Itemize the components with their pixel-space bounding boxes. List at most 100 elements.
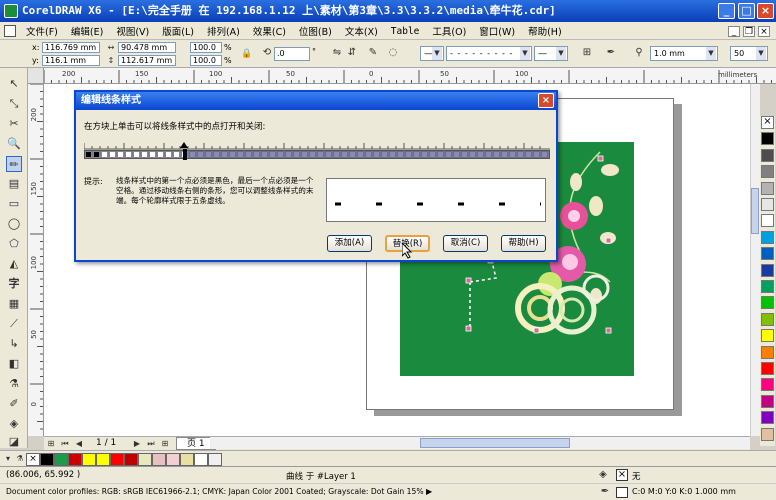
pattern-cell[interactable] — [221, 151, 228, 158]
pattern-cell[interactable] — [357, 151, 364, 158]
add-button[interactable]: 添加(A) — [327, 235, 372, 252]
palette-menu-icon[interactable]: ▾ — [2, 452, 14, 466]
mirror-vertical-icon[interactable]: ⇵ — [345, 46, 359, 60]
zoom-tool-icon[interactable]: 🔍 — [6, 136, 22, 152]
pattern-cell[interactable] — [109, 151, 116, 158]
height-field[interactable]: 112.617 mm — [118, 55, 176, 66]
x-position-field[interactable]: 116.769 mm — [42, 42, 100, 53]
pattern-cell[interactable] — [349, 151, 356, 158]
pattern-cell[interactable] — [477, 151, 484, 158]
document-swatch[interactable] — [152, 452, 166, 466]
mdi-minimize-button[interactable]: _ — [728, 26, 740, 37]
pattern-cell[interactable] — [485, 151, 492, 158]
scale-y-field[interactable]: 100.0 — [190, 55, 222, 66]
pattern-cell[interactable] — [405, 151, 412, 158]
document-swatch[interactable] — [208, 452, 222, 466]
pattern-cell[interactable] — [389, 151, 396, 158]
dash-pattern-cells[interactable] — [85, 151, 551, 158]
pattern-cell[interactable] — [381, 151, 388, 158]
pattern-cell[interactable] — [213, 151, 220, 158]
pattern-cell[interactable] — [125, 151, 132, 158]
menu-edit[interactable]: 编辑(E) — [71, 24, 103, 38]
pattern-cell[interactable] — [469, 151, 476, 158]
palette-swatch[interactable] — [761, 280, 774, 293]
add-page-icon[interactable]: ⊞ — [44, 437, 58, 451]
no-color-swatch[interactable]: × — [26, 452, 40, 466]
outline-width-select[interactable]: 1.0 mm — [650, 46, 718, 61]
vertical-scroll-thumb[interactable] — [751, 188, 759, 234]
fill-tool-icon[interactable]: ◈ — [6, 416, 22, 432]
menu-file[interactable]: 文件(F) — [26, 24, 58, 38]
menu-view[interactable]: 视图(V) — [116, 24, 149, 38]
start-arrow-select[interactable]: — — [420, 46, 444, 61]
menu-table[interactable]: Table — [391, 26, 420, 37]
pattern-cell[interactable] — [277, 151, 284, 158]
palette-swatch[interactable] — [761, 329, 774, 343]
palette-swatch[interactable] — [761, 378, 774, 392]
document-icon[interactable] — [4, 25, 16, 37]
dash-pattern-editor[interactable] — [84, 149, 551, 160]
pattern-cell[interactable] — [373, 151, 380, 158]
pattern-cell[interactable] — [173, 151, 180, 158]
menu-layout[interactable]: 版面(L) — [162, 24, 194, 38]
pattern-cell[interactable] — [261, 151, 268, 158]
vertical-scrollbar[interactable] — [750, 84, 760, 436]
pattern-cell[interactable] — [397, 151, 404, 158]
first-page-icon[interactable]: ⏮ — [58, 437, 72, 451]
palette-swatch[interactable] — [761, 230, 774, 244]
interactive-blend-icon[interactable]: ◧ — [6, 356, 22, 372]
pattern-end-handle[interactable] — [183, 149, 187, 160]
document-swatch[interactable] — [82, 452, 96, 466]
freehand-tool-icon[interactable]: ✏ — [6, 156, 22, 172]
palette-eyedropper-icon[interactable]: ⚗ — [14, 452, 26, 466]
no-color-swatch[interactable]: × — [761, 116, 774, 129]
last-page-icon[interactable]: ⏭ — [144, 437, 158, 451]
connector-tool-icon[interactable]: ↳ — [6, 336, 22, 352]
pattern-cell[interactable] — [285, 151, 292, 158]
menu-text[interactable]: 文本(X) — [345, 24, 378, 38]
eyedropper-tool-icon[interactable]: ⚗ — [6, 376, 22, 392]
menu-arrange[interactable]: 排列(A) — [207, 24, 240, 38]
menu-bitmaps[interactable]: 位图(B) — [299, 24, 332, 38]
pattern-cell[interactable] — [101, 151, 108, 158]
pattern-cell[interactable] — [157, 151, 164, 158]
pattern-cell[interactable] — [85, 151, 92, 158]
zoom-select[interactable]: 50 — [730, 46, 768, 61]
palette-swatch[interactable] — [761, 411, 774, 425]
rotation-field[interactable]: .0 — [274, 47, 310, 61]
cancel-button[interactable]: 取消(C) — [443, 235, 488, 252]
pattern-cell[interactable] — [461, 151, 468, 158]
no-fill-swatch[interactable]: × — [616, 469, 628, 481]
minimize-button[interactable]: _ — [718, 3, 735, 19]
pattern-cell[interactable] — [525, 151, 532, 158]
pattern-cell[interactable] — [421, 151, 428, 158]
mirror-horizontal-icon[interactable]: ⇋ — [330, 46, 344, 60]
interactive-fill-icon[interactable]: ◪ — [6, 434, 22, 450]
document-swatch[interactable] — [180, 452, 194, 466]
pattern-cell[interactable] — [413, 151, 420, 158]
crop-tool-icon[interactable]: ✂ — [6, 116, 22, 132]
palette-swatch[interactable] — [761, 165, 774, 179]
line-style-select[interactable]: - - - - - - - - - — [446, 46, 532, 61]
palette-swatch[interactable] — [761, 247, 774, 261]
pattern-cell[interactable] — [341, 151, 348, 158]
dimension-tool-icon[interactable]: ⟋ — [6, 316, 22, 332]
menu-help[interactable]: 帮助(H) — [528, 24, 562, 38]
pattern-cell[interactable] — [333, 151, 340, 158]
pattern-cell[interactable] — [365, 151, 372, 158]
vertical-ruler[interactable]: 200 150 100 50 0 — [28, 84, 44, 436]
pattern-cell[interactable] — [117, 151, 124, 158]
pattern-cell[interactable] — [253, 151, 260, 158]
profile-arrow-icon[interactable]: ▶ — [426, 487, 432, 496]
pattern-cell[interactable] — [301, 151, 308, 158]
convert-curve-icon[interactable]: ✎ — [366, 46, 380, 60]
maximize-button[interactable]: □ — [738, 3, 755, 19]
pattern-cell[interactable] — [93, 151, 100, 158]
pattern-cell[interactable] — [493, 151, 500, 158]
pattern-cell[interactable] — [325, 151, 332, 158]
pattern-cell[interactable] — [133, 151, 140, 158]
pattern-cell[interactable] — [189, 151, 196, 158]
palette-swatch[interactable] — [761, 198, 774, 211]
document-swatch[interactable] — [54, 452, 68, 466]
close-curve-icon[interactable]: ◌ — [386, 46, 400, 60]
